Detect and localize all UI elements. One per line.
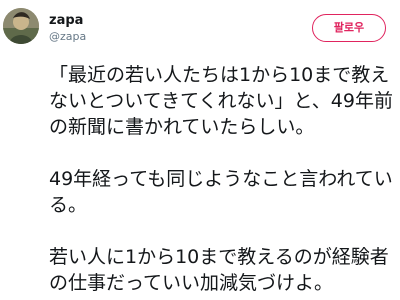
tweet-paragraph-3: 若い人に1から10まで教えるのが経験者 の仕事だっていい加減気づけよ。: [49, 244, 400, 296]
follow-button[interactable]: 팔로우: [312, 14, 386, 42]
avatar[interactable]: [3, 8, 39, 44]
user-handle[interactable]: @zapa: [49, 30, 86, 44]
tweet-line: る。: [49, 194, 88, 216]
tweet-paragraph-1: 「最近の若い人たちは1から10まで教え ないとついてきてくれない」と、49年前 …: [49, 62, 400, 140]
tweet-line: 49年経っても同じようなこと言われてい: [49, 168, 393, 190]
tweet-line: の仕事だっていい加減気づけよ。: [49, 272, 334, 294]
display-name[interactable]: zapa: [49, 13, 83, 29]
tweet-line: 「最近の若い人たちは1から10まで教え: [49, 64, 390, 86]
tweet-paragraph-2: 49年経っても同じようなこと言われてい る。: [49, 166, 400, 218]
tweet-text: 「最近の若い人たちは1から10まで教え ないとついてきてくれない」と、49年前 …: [49, 62, 400, 296]
tweet-card: zapa @zapa 팔로우 「最近の若い人たちは1から10まで教え ないとつい…: [0, 0, 400, 300]
tweet-line: の新聞に書かれていたらしい。: [49, 116, 315, 138]
profile-avatar-image: [3, 8, 39, 44]
tweet-line: 若い人に1から10まで教えるのが経験者: [49, 246, 389, 268]
tweet-line: ないとついてきてくれない」と、49年前: [49, 90, 393, 112]
